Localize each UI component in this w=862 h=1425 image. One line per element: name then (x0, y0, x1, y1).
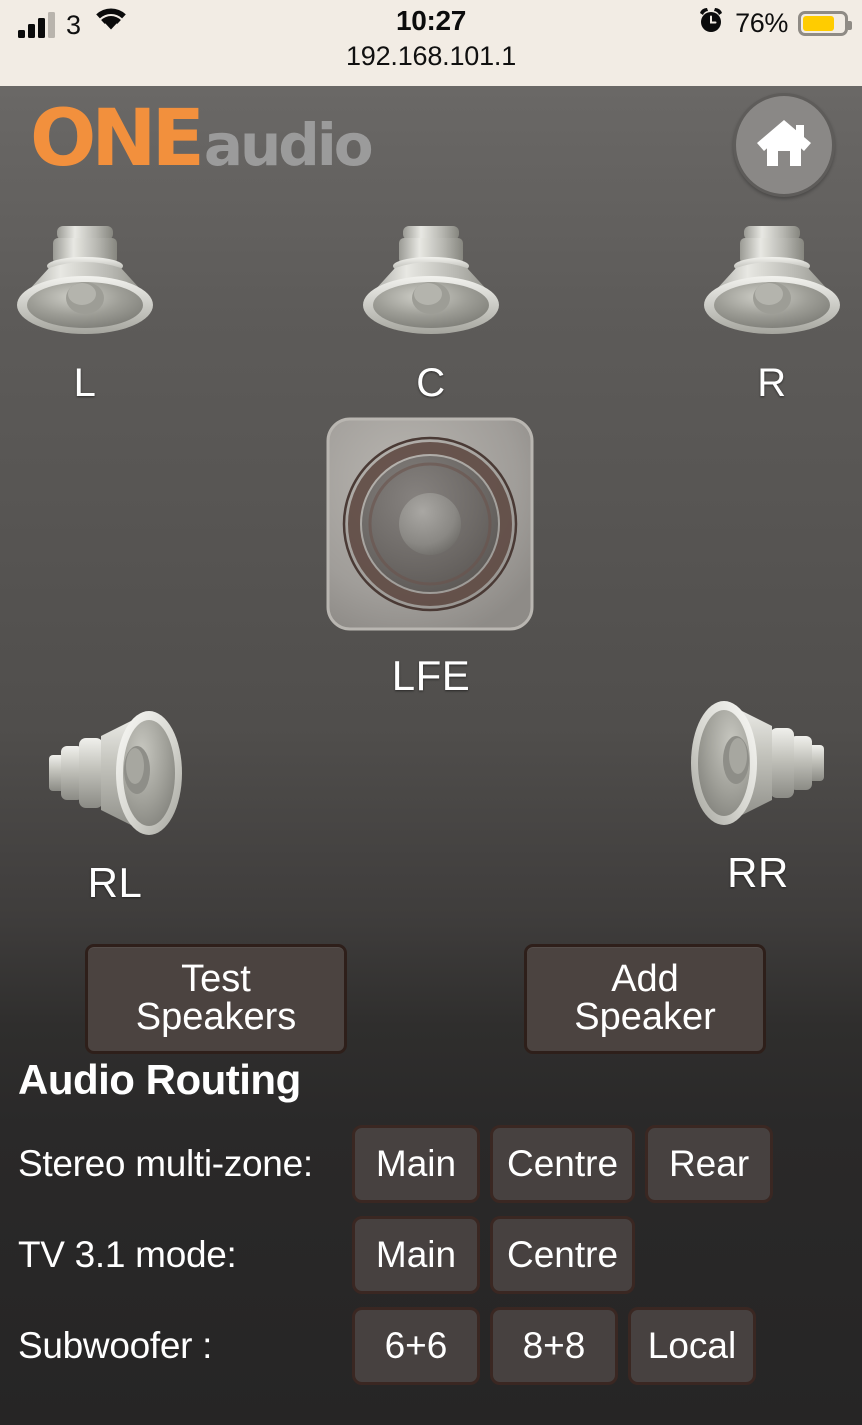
speaker-rr-label: RR (727, 849, 789, 896)
battery-level-fill (803, 15, 834, 31)
routing-option-8plus8[interactable]: 8+8 (490, 1306, 618, 1385)
app-content: ONE audio L C R LFE RL RR Test Speakers … (0, 86, 862, 1425)
test-speakers-button[interactable]: Test Speakers (85, 944, 347, 1054)
routing-option-main[interactable]: Main (352, 1124, 480, 1203)
speaker-r-label: R (757, 361, 787, 405)
speaker-rl[interactable]: RL (5, 698, 225, 907)
routing-option-centre[interactable]: Centre (490, 1124, 636, 1203)
alarm-clock-icon (697, 6, 725, 39)
speaker-r[interactable]: R (672, 220, 862, 406)
routing-option-main[interactable]: Main (352, 1215, 480, 1294)
speaker-c-label: C (416, 361, 446, 405)
routing-label: Subwoofer : (18, 1324, 213, 1366)
brand-logo-primary: ONE (30, 94, 205, 184)
routing-options: Main Centre Rear (352, 1124, 774, 1203)
routing-label: TV 3.1 mode: (18, 1233, 237, 1275)
add-speaker-button[interactable]: Add Speaker (524, 944, 766, 1054)
ceiling-speaker-icon (0, 226, 170, 356)
routing-options: 6+6 8+8 Local (352, 1306, 756, 1385)
brand-logo-secondary: audio (203, 111, 374, 179)
brand-logo: ONE audio (30, 94, 374, 184)
cone-speaker-right-icon (39, 711, 191, 858)
speaker-rr[interactable]: RR (648, 688, 862, 897)
ceiling-speaker-row: L C R (0, 204, 862, 406)
routing-option-6plus6[interactable]: 6+6 (352, 1306, 480, 1385)
home-icon (755, 116, 813, 175)
speaker-lfe[interactable] (325, 416, 535, 632)
routing-row-stereo-multi-zone: Stereo multi-zone: Main Centre Rear (18, 1118, 862, 1209)
ceiling-speaker-icon (687, 226, 857, 356)
battery-percent-label: 76% (735, 7, 788, 38)
speaker-l-label: L (73, 361, 97, 405)
audio-routing-title: Audio Routing (18, 1056, 301, 1103)
status-bar: 3 10:27 76% 192.168.101.1 (0, 0, 862, 86)
app-header: ONE audio (0, 86, 862, 204)
battery-icon (798, 10, 852, 36)
routing-label: Stereo multi-zone: (18, 1142, 313, 1184)
status-bar-row-primary: 3 10:27 76% (0, 0, 862, 44)
app-screen: 3 10:27 76% 192.168.101.1 ONE audio L C … (0, 0, 862, 1425)
speaker-rl-label: RL (87, 859, 143, 906)
speaker-l[interactable]: L (0, 220, 185, 406)
status-bar-right-group: 76% (697, 6, 852, 40)
audio-routing-section: Audio Routing Stereo multi-zone: Main Ce… (0, 1056, 862, 1391)
url-label: 192.168.101.1 (345, 41, 517, 71)
cone-speaker-left-icon (682, 701, 834, 848)
routing-options: Main Centre (352, 1215, 636, 1294)
routing-option-centre[interactable]: Centre (490, 1215, 636, 1294)
routing-row-subwoofer: Subwoofer : 6+6 8+8 Local (18, 1300, 862, 1391)
routing-option-rear[interactable]: Rear (645, 1124, 774, 1203)
routing-option-local[interactable]: Local (628, 1306, 756, 1385)
home-button[interactable] (733, 93, 835, 197)
speaker-action-bar: Test Speakers Add Speaker (0, 944, 862, 1054)
rear-speaker-row: RL RR (0, 701, 862, 934)
ceiling-speaker-icon (346, 226, 516, 356)
routing-row-tv-31-mode: TV 3.1 mode: Main Centre (18, 1209, 862, 1300)
subwoofer-section: LFE (0, 404, 862, 734)
subwoofer-icon (325, 417, 535, 636)
speaker-c[interactable]: C (331, 220, 531, 406)
